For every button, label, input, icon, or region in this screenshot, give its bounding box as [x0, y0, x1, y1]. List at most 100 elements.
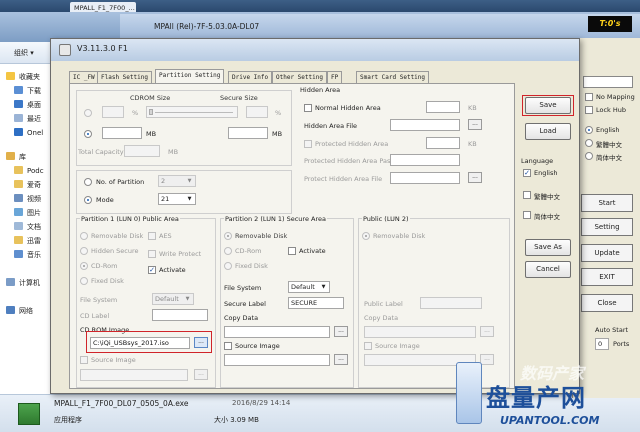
secure-percent-input[interactable]: [246, 106, 268, 118]
nav-item-network[interactable]: 网络: [6, 304, 33, 318]
tab-flash-setting[interactable]: Flash Setting: [97, 71, 152, 83]
english-checkbox[interactable]: ✓: [523, 169, 531, 177]
p1-removable-radio[interactable]: [80, 232, 88, 240]
p2-cdrom-radio[interactable]: [224, 247, 232, 255]
p1-source-image-input[interactable]: [80, 369, 188, 381]
lang-english-label: English: [596, 126, 620, 134]
p1-write-protect-checkbox[interactable]: [148, 250, 156, 258]
lang-trad-radio[interactable]: [585, 139, 593, 147]
p2-removable-radio[interactable]: [224, 232, 232, 240]
setting-button[interactable]: Setting: [581, 218, 633, 236]
p1-cdrom-radio[interactable]: [80, 262, 88, 270]
protected-password-input[interactable]: [390, 154, 460, 166]
nav-item-computer[interactable]: 计算机: [6, 276, 40, 290]
nav-item-pictures[interactable]: 图片: [14, 206, 41, 220]
p3-removable-radio[interactable]: [362, 232, 370, 240]
nav-item-videos[interactable]: 视频: [14, 192, 41, 206]
p2-source-image-checkbox[interactable]: [224, 342, 232, 350]
mode-radio[interactable]: [84, 196, 92, 204]
protected-file-input[interactable]: [390, 172, 460, 184]
nav-item-podcasts[interactable]: Podc: [14, 164, 44, 178]
nav-item-onedrive[interactable]: Onel: [14, 126, 43, 140]
slider-thumb[interactable]: [149, 109, 153, 115]
organize-menu[interactable]: 组织 ▾: [14, 48, 34, 58]
p2-source-image-browse[interactable]: ...: [334, 354, 348, 365]
p1-fixed-radio[interactable]: [80, 277, 88, 285]
partition-count-select[interactable]: 2 ▼: [158, 175, 196, 187]
size-slider[interactable]: [146, 106, 238, 118]
p2-secure-label-input[interactable]: SECURE: [288, 297, 344, 309]
p1-source-image-browse[interactable]: ...: [194, 369, 208, 380]
protected-hidden-area-checkbox[interactable]: [304, 140, 312, 148]
total-capacity-input[interactable]: [124, 145, 160, 157]
lock-hub-checkbox[interactable]: [585, 106, 593, 114]
hidden-area-file-input[interactable]: [390, 119, 460, 131]
nav-item-desktop[interactable]: 桌面: [14, 98, 41, 112]
save-as-button[interactable]: Save As: [525, 239, 571, 256]
cdrom-mb-input[interactable]: [102, 127, 142, 139]
mode-select[interactable]: 21 ▼: [158, 193, 196, 205]
port-dropdown[interactable]: [583, 76, 633, 88]
p1-source-image-label: Source Image: [91, 356, 136, 364]
p3-public-label-input[interactable]: [420, 297, 482, 309]
mb-mode-radio[interactable]: [84, 130, 92, 138]
p1-cd-label-label: CD Label: [80, 312, 110, 320]
p1-source-image-checkbox[interactable]: [80, 356, 88, 364]
no-mapping-checkbox[interactable]: [585, 93, 593, 101]
file-date: 2016/8/29 14:14: [232, 399, 291, 407]
lang-simp-radio[interactable]: [585, 152, 593, 160]
tab-other-setting[interactable]: Other Setting: [272, 71, 327, 83]
tab-ic-fw[interactable]: IC _FW: [69, 71, 99, 83]
p2-copy-data-browse[interactable]: ...: [334, 326, 348, 337]
p1-write-protect-label: Write Protect: [159, 250, 202, 258]
p1-aes-checkbox[interactable]: [148, 232, 156, 240]
desktop-icon: [14, 100, 23, 108]
p1-hidden-secure-radio[interactable]: [80, 247, 88, 255]
p1-file-system-select[interactable]: Default ▼: [152, 293, 194, 305]
simp-chinese-checkbox[interactable]: [523, 211, 531, 219]
trad-chinese-checkbox[interactable]: [523, 191, 531, 199]
p1-file-system-label: File System: [80, 296, 118, 304]
p2-copy-data-input[interactable]: [224, 326, 330, 338]
p2-fixed-radio[interactable]: [224, 262, 232, 270]
protected-file-browse[interactable]: ...: [468, 172, 482, 183]
nav-item-music[interactable]: 音乐: [14, 248, 41, 262]
p3-source-image-checkbox[interactable]: [364, 342, 372, 350]
percent-mode-radio[interactable]: [84, 109, 92, 117]
cdrom-percent-input[interactable]: [102, 106, 124, 118]
exit-button[interactable]: EXIT: [581, 268, 633, 286]
tab-drive-info[interactable]: Drive Info: [228, 71, 273, 83]
cancel-button[interactable]: Cancel: [525, 261, 571, 278]
nav-item-thunder[interactable]: 迅雷: [14, 234, 41, 248]
nav-item-recent[interactable]: 最近: [14, 112, 41, 126]
nav-item-documents[interactable]: 文档: [14, 220, 41, 234]
p1-cd-label-input[interactable]: [152, 309, 208, 321]
nav-item-iqiyi[interactable]: 爱奇: [14, 178, 41, 192]
protected-hidden-size-input[interactable]: [426, 137, 460, 149]
p2-activate-checkbox[interactable]: [288, 247, 296, 255]
nav-item-library[interactable]: 库: [6, 150, 26, 164]
start-button[interactable]: Start: [581, 194, 633, 212]
p3-copy-data-browse[interactable]: ...: [480, 326, 494, 337]
hidden-area-file-browse[interactable]: ...: [468, 119, 482, 130]
tab-fp[interactable]: FP: [327, 71, 343, 83]
nav-item-favorites[interactable]: 收藏夹: [6, 70, 40, 84]
no-of-partition-radio[interactable]: [84, 178, 92, 186]
p2-removable-label: Removable Disk: [235, 232, 288, 240]
update-button[interactable]: Update: [581, 244, 633, 262]
close-button[interactable]: Close: [581, 294, 633, 312]
secure-mb-input[interactable]: [228, 127, 268, 139]
p1-activate-checkbox[interactable]: ✓: [148, 266, 156, 274]
port-count-input[interactable]: 0: [595, 338, 609, 350]
lang-english-radio[interactable]: [585, 126, 593, 134]
normal-hidden-area-label: Normal Hidden Area: [315, 104, 381, 112]
nav-item-downloads[interactable]: 下载: [14, 84, 41, 98]
normal-hidden-size-input[interactable]: [426, 101, 460, 113]
p2-file-system-select[interactable]: Default ▼: [288, 281, 330, 293]
p2-source-image-input[interactable]: [224, 354, 330, 366]
tab-partition-setting[interactable]: Partition Setting: [155, 69, 225, 83]
p3-copy-data-input[interactable]: [364, 326, 476, 338]
tab-smart-card-setting[interactable]: Smart Card Setting: [356, 71, 430, 83]
load-button[interactable]: Load: [525, 123, 571, 140]
normal-hidden-area-checkbox[interactable]: [304, 104, 312, 112]
